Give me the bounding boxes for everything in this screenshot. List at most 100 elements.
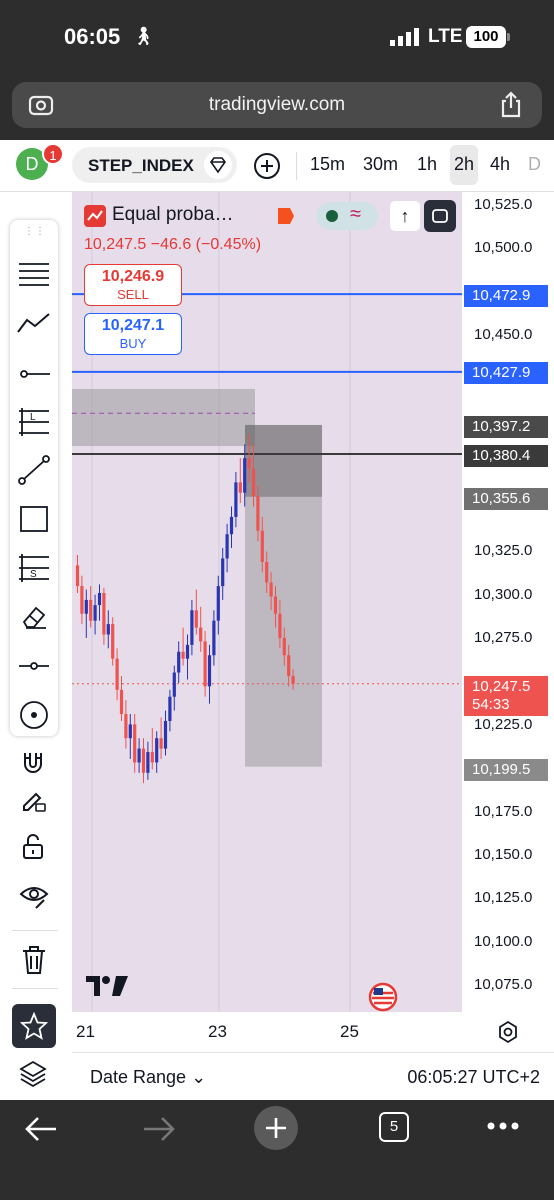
rectangle-icon[interactable] [16,502,52,536]
divider [296,152,297,180]
date-range-button[interactable]: Date Range ⌄ [90,1067,206,1088]
chart-clock[interactable]: 06:05:27 UTC+2 [407,1067,540,1088]
time-axis[interactable]: 21 23 25 [72,1012,554,1052]
address-bar[interactable]: tradingview.com [12,82,542,128]
candle-body [172,672,176,697]
candle-body [203,641,207,687]
unlock-icon[interactable] [18,832,48,862]
star-icon [20,1012,48,1040]
candle-body [282,637,286,656]
sell-label: SELL [117,287,149,302]
layers-icon[interactable] [18,1058,48,1088]
candle-body [80,586,84,614]
tab-switcher-button[interactable]: 5 [379,1112,409,1142]
candle-body [265,561,269,583]
sell-button[interactable]: 10,246.9 SELL [84,264,182,306]
long-position-icon[interactable]: L [16,406,52,438]
bar-countdown: 54:33 [472,696,510,713]
person-icon: 🚶︎ [132,26,155,46]
indicator-title[interactable]: Equal proba… [112,204,233,226]
candle-body [84,599,88,614]
price-axis[interactable]: 10,525.0 10,500.0 10,450.0 10,325.0 10,3… [462,192,554,1045]
status-dot-icon [326,210,338,222]
date-label: 25 [340,1022,359,1041]
candle-body [273,596,278,614]
magnet-icon[interactable] [18,747,48,777]
forward-arrow-icon[interactable] [142,1114,176,1144]
indicator-icon [84,205,106,227]
tradingview-logo [86,976,128,996]
price-label: 10,175.0 [474,803,533,820]
candle-body [199,627,203,642]
date-label: 23 [208,1022,227,1041]
fullscreen-button[interactable] [424,200,456,232]
candle-body [89,599,93,621]
chart-bottom-bar: Date Range ⌄ 06:05:27 UTC+2 [72,1052,554,1100]
price-label: 10,225.0 [474,716,533,733]
plus-icon [266,1118,286,1138]
add-symbol-button[interactable] [254,153,280,179]
candle-body [190,610,194,645]
candle-body [194,610,198,628]
tab-15m[interactable]: 15m [310,154,345,175]
candle-body [229,516,234,535]
drag-handle[interactable]: ⋮⋮ [24,226,45,237]
chevron-down-icon: ⌄ [191,1067,207,1087]
back-arrow-icon[interactable] [24,1114,58,1144]
candle-body [291,675,295,684]
indicators-lines-icon[interactable] [16,258,52,290]
measure-icon[interactable] [16,698,52,732]
battery-tip [507,33,510,41]
candle-body [243,458,247,493]
share-icon[interactable] [498,91,524,119]
candle-body [181,651,185,659]
buy-button[interactable]: 10,247.1 BUY [84,313,182,355]
candle-body [106,624,110,635]
candle-body [119,689,124,715]
candle-body [278,613,282,638]
candle-body [93,605,97,621]
price-label: 10,125.0 [474,889,533,906]
symbol-search-button[interactable]: STEP_INDEX [72,147,237,183]
tab-4h[interactable]: 4h [490,154,510,175]
candle-body [124,714,128,739]
new-tab-button[interactable] [254,1106,298,1150]
candle-body [177,651,181,673]
tab-d[interactable]: D [528,154,541,175]
price-label: 10,450.0 [474,326,533,343]
trend-line-icon[interactable] [16,454,52,486]
settings-icon[interactable] [496,1020,520,1044]
flag-icon[interactable] [276,206,296,226]
horizontal-line-icon[interactable] [16,650,52,682]
eye-icon[interactable] [18,880,50,912]
tab-2h[interactable]: 2h [450,145,479,185]
candle-body [97,593,102,606]
trend-chart-icon[interactable] [16,308,52,340]
price-label: 10,075.0 [474,976,533,993]
indicator-status-pill[interactable]: ≈ [316,202,378,230]
tab-30m[interactable]: 30m [363,154,398,175]
stop-loss-zone [245,424,322,497]
us-flag-icon[interactable] [368,982,398,1012]
favorites-button[interactable] [12,1004,56,1048]
eraser-icon[interactable] [16,600,52,632]
candle-body [212,620,216,656]
arrow-up-button[interactable]: ↑ [390,201,420,231]
more-icon[interactable] [486,1120,520,1132]
trash-icon[interactable] [20,944,48,976]
candle-body [137,748,141,763]
sell-price: 10,246.9 [101,268,165,285]
svg-text:S: S [30,569,37,580]
candle-body [102,593,106,635]
price-tag-blue: 10,427.9 [464,362,548,384]
horizontal-ray-icon[interactable] [16,358,52,390]
url-text[interactable]: tradingview.com [12,94,542,116]
price-label: 10,500.0 [474,239,533,256]
candle-body [221,558,225,587]
signal-icon [390,28,419,46]
price-change: 10,247.5 −46.6 (−0.45%) [84,236,262,253]
candle-body [75,565,80,587]
short-position-icon[interactable]: S [16,552,52,584]
lock-drawing-icon[interactable] [18,784,48,814]
tab-1h[interactable]: 1h [417,154,437,175]
